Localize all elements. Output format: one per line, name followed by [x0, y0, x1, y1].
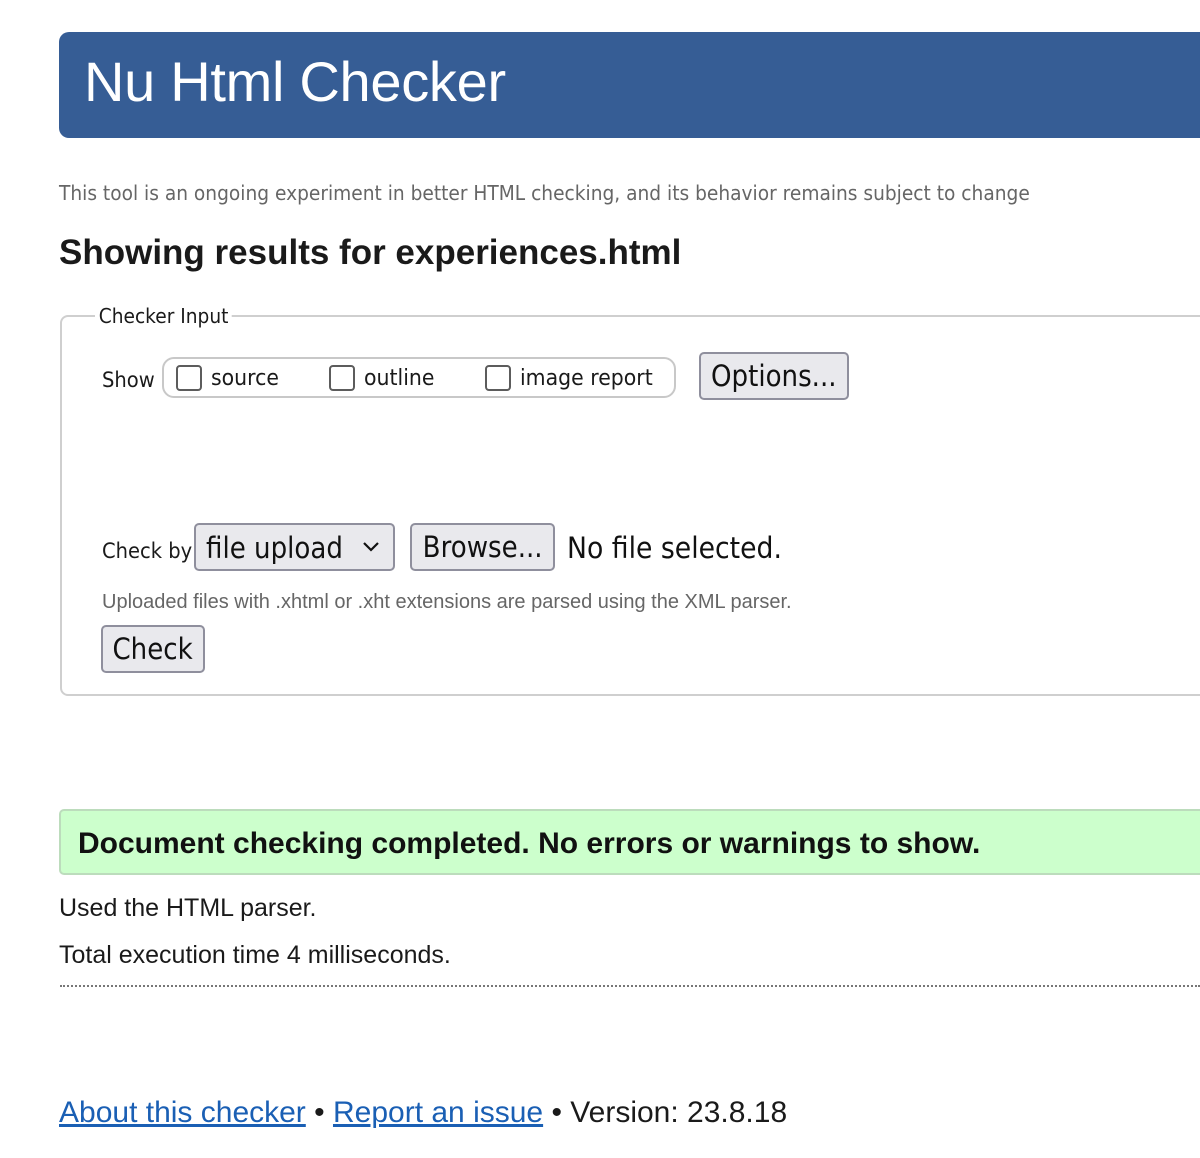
- show-source-option[interactable]: source: [176, 363, 284, 393]
- footer-separator: •: [543, 1096, 571, 1129]
- image-report-checkbox[interactable]: [485, 365, 511, 391]
- parser-note: Used the HTML parser.: [59, 894, 317, 922]
- outline-checkbox[interactable]: [329, 365, 355, 391]
- page-title: Nu Html Checker: [84, 50, 506, 113]
- image-report-checkbox-label[interactable]: image report: [520, 366, 653, 391]
- check-button[interactable]: Check: [101, 625, 205, 673]
- upload-note: Uploaded files with .xhtml or .xht exten…: [102, 591, 792, 613]
- success-message-box: Document checking completed. No errors o…: [59, 809, 1200, 875]
- checker-input-legend: Checker Input: [95, 304, 233, 328]
- check-by-label: Check by: [102, 539, 193, 563]
- disclaimer-text: This tool is an ongoing experiment in be…: [59, 181, 1030, 205]
- chevron-down-icon: [363, 542, 379, 552]
- show-outline-option[interactable]: outline: [329, 363, 440, 393]
- divider: [60, 985, 1200, 987]
- page: Nu Html Checker This tool is an ongoing …: [0, 0, 1200, 1158]
- about-checker-link[interactable]: About this checker: [59, 1096, 306, 1129]
- results-heading: Showing results for experiences.html: [59, 233, 682, 272]
- source-checkbox-label[interactable]: source: [211, 366, 279, 391]
- show-image-report-option[interactable]: image report: [485, 363, 663, 393]
- show-label: Show: [102, 368, 155, 392]
- source-checkbox[interactable]: [176, 365, 202, 391]
- check-by-select[interactable]: file upload: [194, 523, 395, 571]
- options-button[interactable]: Options...: [699, 352, 849, 400]
- header-banner: Nu Html Checker: [59, 32, 1200, 138]
- footer: About this checker • Report an issue • V…: [59, 1095, 787, 1131]
- check-by-selected-value[interactable]: file upload: [206, 531, 343, 565]
- show-options-group: source outline image report: [162, 357, 676, 398]
- browse-button[interactable]: Browse...: [410, 523, 555, 571]
- report-issue-link[interactable]: Report an issue: [333, 1096, 543, 1129]
- browse-button-label[interactable]: Browse...: [423, 530, 543, 564]
- outline-checkbox-label[interactable]: outline: [364, 366, 434, 391]
- check-button-label[interactable]: Check: [113, 632, 193, 666]
- execution-time-note: Total execution time 4 milliseconds.: [59, 941, 451, 969]
- options-button-label[interactable]: Options...: [711, 359, 837, 393]
- success-message: Document checking completed. No errors o…: [78, 827, 981, 860]
- version-text: Version: 23.8.18: [570, 1096, 788, 1129]
- file-status-text: No file selected.: [567, 531, 782, 565]
- footer-separator: •: [305, 1096, 333, 1129]
